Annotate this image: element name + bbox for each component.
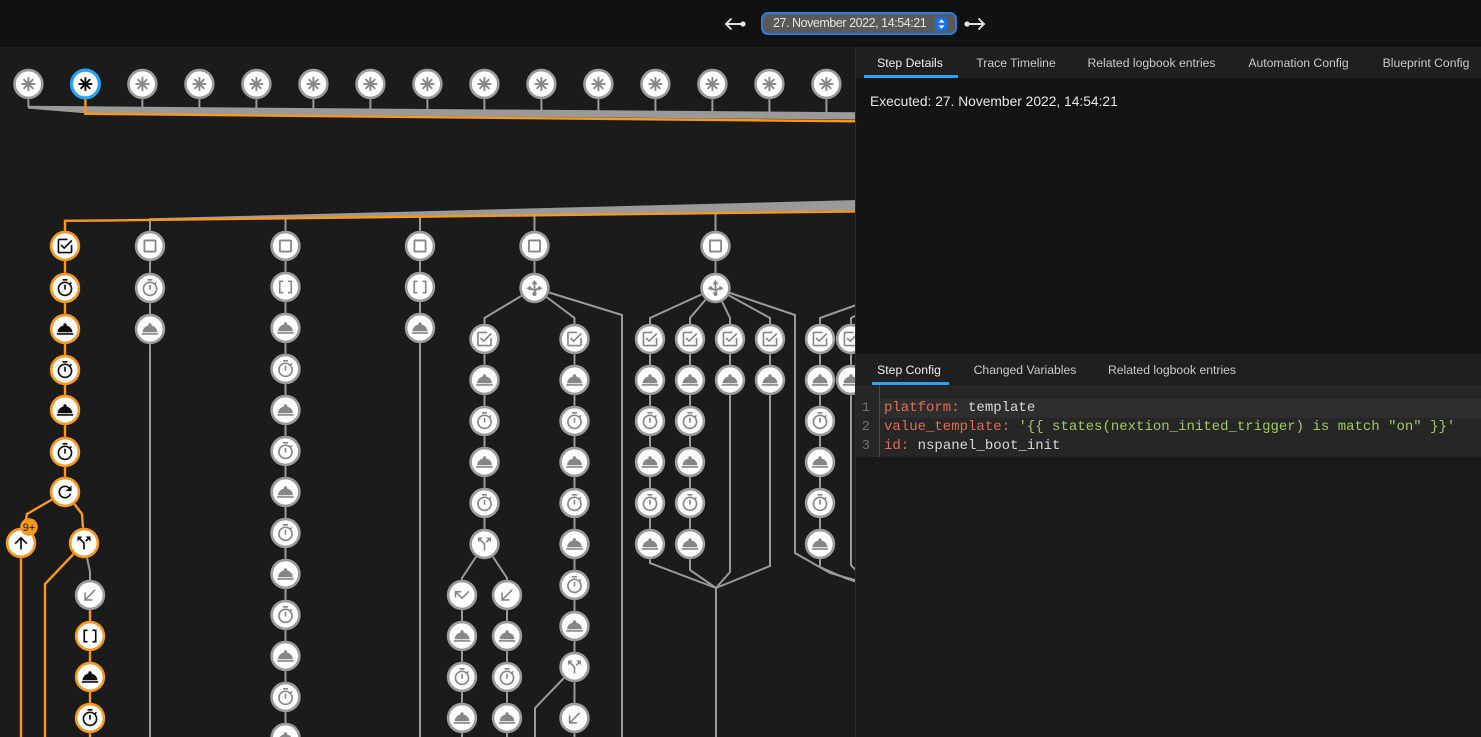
svg-text:9+: 9+ — [23, 522, 36, 534]
